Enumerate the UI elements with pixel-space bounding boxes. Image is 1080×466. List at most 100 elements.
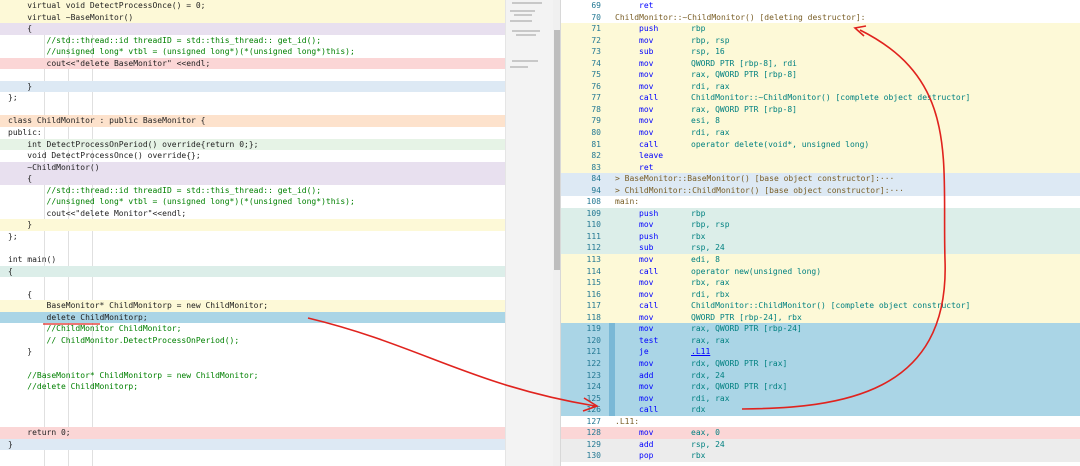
asm-line[interactable]: 71 push rbp (561, 23, 1080, 35)
asm-line[interactable]: 82 leave (561, 150, 1080, 162)
minimap[interactable] (505, 0, 561, 466)
code-line[interactable]: //unsigned long* vtbl = (unsigned long*)… (0, 46, 505, 58)
code-line[interactable] (0, 277, 505, 289)
asm-opcode: mov (639, 382, 654, 392)
code-line[interactable]: } (0, 346, 505, 358)
code-line[interactable]: delete ChildMonitorp; (0, 311, 505, 324)
code-line[interactable]: BaseMonitor* ChildMonitorp = new ChildMo… (0, 300, 505, 312)
asm-line[interactable]: 124 mov rdx, QWORD PTR [rdx] (561, 381, 1080, 393)
code-line[interactable]: int main() (0, 254, 505, 266)
asm-instruction: call operator new(unsigned long) (615, 266, 1080, 278)
line-number: 70 (591, 12, 601, 22)
code-line[interactable]: virtual void DetectProcessOnce() = 0; (0, 0, 505, 12)
line-number: 82 (591, 151, 601, 161)
asm-line[interactable]: 116 mov rdi, rbx (561, 288, 1080, 301)
asm-line[interactable]: 125 mov rdi, rax (561, 392, 1080, 405)
asm-line[interactable]: 80 mov rdi, rax (561, 127, 1080, 139)
line-number: 76 (591, 81, 601, 91)
asm-line[interactable]: 73 sub rsp, 16 (561, 46, 1080, 58)
code-line[interactable]: int DetectProcessOnPeriod() override{ret… (0, 138, 505, 151)
asm-line[interactable]: 83 ret (561, 161, 1080, 174)
asm-line[interactable]: 122 mov rdx, QWORD PTR [rax] (561, 357, 1080, 370)
asm-line[interactable]: 120 test rax, rax (561, 334, 1080, 347)
code-line[interactable] (0, 404, 505, 416)
code-line[interactable]: //unsigned long* vtbl = (unsigned long*)… (0, 196, 505, 208)
code-line[interactable]: //ChildMonitor ChildMonitor; (0, 323, 505, 335)
asm-operands: rdi, rax (691, 81, 730, 91)
code-line[interactable]: //BaseMonitor* ChildMonitorp = new Child… (0, 370, 505, 382)
asm-line[interactable]: 117 call ChildMonitor::ChildMonitor() [com… (561, 300, 1080, 312)
asm-line[interactable]: 128 mov eax, 0 (561, 427, 1080, 439)
code-line[interactable]: void DetectProcessOnce() override{}; (0, 150, 505, 162)
asm-line[interactable]: 111 push rbx (561, 230, 1080, 243)
code-line[interactable]: //delete ChildMonitorp; (0, 381, 505, 393)
code-line[interactable] (0, 358, 505, 370)
code-line[interactable]: } (0, 80, 505, 93)
asm-line[interactable]: 69 ret (561, 0, 1080, 12)
asm-line[interactable]: 118 mov QWORD PTR [rbp-24], rbx (561, 311, 1080, 324)
asm-instruction: call ChildMonitor::ChildMonitor() [comple… (615, 300, 1080, 312)
asm-line[interactable]: 110 mov rbp, rsp (561, 219, 1080, 231)
asm-line[interactable]: 72 mov rbp, rsp (561, 34, 1080, 47)
code-line[interactable]: virtual ~BaseMonitor() (0, 11, 505, 24)
code-line[interactable]: { (0, 289, 505, 301)
asm-line[interactable]: 94 > ChildMonitor::ChildMonitor() [base o… (561, 184, 1080, 197)
asm-instruction: call rdx (615, 404, 1080, 416)
source-editor[interactable]: virtual void DetectProcessOnce() = 0; vi… (0, 0, 505, 466)
code-line[interactable]: return 0; (0, 427, 505, 439)
asm-line[interactable]: 129 add rsp, 24 (561, 438, 1080, 451)
code-line[interactable]: }; (0, 231, 505, 243)
code-line[interactable] (0, 416, 505, 428)
asm-line[interactable]: 109 push rbp (561, 207, 1080, 220)
asm-operands: rdx, QWORD PTR [rdx] (691, 382, 788, 392)
assembly-output-panel[interactable]: 69 ret 70 ChildMonitor::~ChildMonitor() [de… (560, 0, 1080, 466)
asm-line[interactable]: 78 mov rax, QWORD PTR [rbp-8] (561, 103, 1080, 116)
jump-target-link[interactable]: .L11 (691, 347, 710, 356)
asm-line[interactable]: 74 mov QWORD PTR [rbp-8], rdi (561, 57, 1080, 70)
line-number: 117 (586, 301, 601, 311)
code-line[interactable]: cout<<"delete Monitor"<<endl; (0, 208, 505, 220)
code-line[interactable]: cout<<"delete BaseMonitor" <<endl; (0, 57, 505, 70)
asm-line[interactable]: 79 mov esi, 8 (561, 115, 1080, 128)
code-line[interactable]: { (0, 23, 505, 35)
asm-operands: rsp, 24 (691, 243, 725, 253)
asm-line[interactable]: 126 call rdx (561, 404, 1080, 416)
asm-line[interactable]: 77 call ChildMonitor::~ChildMonitor() [com… (561, 92, 1080, 104)
asm-line[interactable]: 130 pop rbx (561, 450, 1080, 462)
asm-line[interactable]: 81 call operator delete(void*, unsigned lo… (561, 138, 1080, 151)
code-line[interactable] (0, 104, 505, 116)
code-line[interactable]: // ChildMonitor.DetectProcessOnPeriod(); (0, 335, 505, 347)
asm-line[interactable]: 123 add rdx, 24 (561, 369, 1080, 382)
asm-line[interactable]: 112 sub rsp, 24 (561, 242, 1080, 255)
code-line[interactable] (0, 242, 505, 254)
code-line[interactable]: class ChildMonitor : public BaseMonitor … (0, 115, 505, 128)
code-line[interactable]: public: (0, 127, 505, 139)
asm-line[interactable]: 115 mov rbx, rax (561, 277, 1080, 289)
asm-instruction: mov rax, QWORD PTR [rbp-8] (615, 69, 1080, 81)
asm-line[interactable]: 84 > BaseMonitor::BaseMonitor() [base obj… (561, 173, 1080, 185)
code-line[interactable] (0, 69, 505, 81)
code-line[interactable]: //std::thread::id threadID = std::this_t… (0, 35, 505, 47)
asm-line[interactable]: 119 mov rax, QWORD PTR [rbp-24] (561, 323, 1080, 335)
code-line[interactable]: } (0, 438, 505, 451)
asm-opcode: push (639, 231, 659, 241)
asm-line[interactable]: 121 je .L11 (561, 346, 1080, 358)
asm-line[interactable]: 76 mov rdi, rax (561, 80, 1080, 93)
code-line[interactable]: }; (0, 92, 505, 104)
code-line[interactable]: //std::thread::id threadID = std::this_t… (0, 185, 505, 197)
code-line[interactable]: } (0, 219, 505, 231)
asm-opcode: mov (639, 128, 654, 138)
asm-line[interactable]: 70 ChildMonitor::~ChildMonitor() [deletin… (561, 12, 1080, 24)
asm-line[interactable]: 114 call operator new(unsigned long) (561, 265, 1080, 278)
asm-line[interactable]: 108 main: (561, 196, 1080, 208)
asm-opcode: ret (639, 162, 654, 172)
code-line[interactable] (0, 393, 505, 405)
code-line[interactable]: ~ChildMonitor() (0, 161, 505, 174)
line-number: 80 (591, 128, 601, 138)
code-line[interactable]: { (0, 265, 505, 278)
asm-line[interactable]: 127 .L11: (561, 416, 1080, 428)
code-line[interactable]: { (0, 173, 505, 185)
asm-opcode: sub (639, 243, 654, 253)
asm-line[interactable]: 113 mov edi, 8 (561, 254, 1080, 266)
asm-line[interactable]: 75 mov rax, QWORD PTR [rbp-8] (561, 69, 1080, 81)
